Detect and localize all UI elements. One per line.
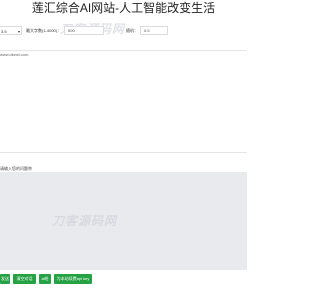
page-title: 莲汇综合AI网站-人工智能改变生活 — [31, 1, 216, 15]
output-text: www.dkewl.com — [0, 52, 29, 57]
model-select[interactable]: 3.5 ▾ — [0, 26, 22, 35]
clear-button[interactable]: 清空对话 — [13, 274, 36, 284]
chevron-down-icon: ▾ — [17, 29, 20, 34]
settings-row: 3.5 ▾ 最大字数(1-4000)： 500 随机： 0.5 — [0, 24, 247, 38]
watermark: 刀客源码网 — [52, 214, 118, 228]
renew-key-button[interactable]: 为本站续费api key — [54, 274, 92, 284]
image-button[interactable]: ai绘 — [39, 274, 51, 284]
model-select-value: 3.5 — [1, 29, 7, 34]
context-input[interactable]: 500 — [64, 26, 104, 35]
temperature-input[interactable]: 0.5 — [140, 26, 168, 35]
temperature-label: 随机： — [126, 28, 138, 33]
chat-output: www.dkewl.com — [0, 50, 247, 153]
context-label: 最大字数(1-4000)： — [26, 28, 62, 33]
send-button[interactable]: 发送 — [0, 274, 10, 284]
prompt-textarea[interactable] — [0, 172, 247, 270]
